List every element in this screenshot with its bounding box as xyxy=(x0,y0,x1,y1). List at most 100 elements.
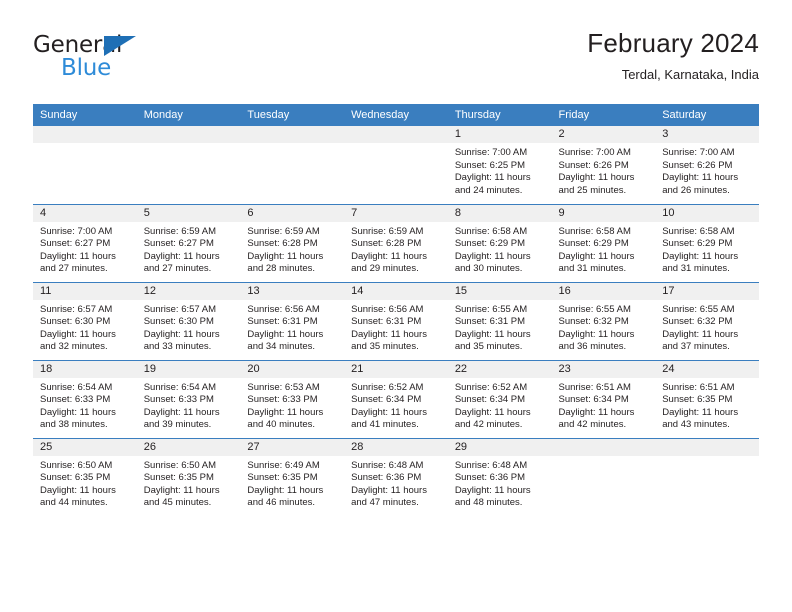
day-detail-line: Sunrise: 6:51 AM xyxy=(662,381,735,393)
day-number: 13 xyxy=(240,282,345,300)
day-detail-line: Sunset: 6:31 PM xyxy=(351,316,422,328)
calendar-day-cell[interactable]: 1 Sunrise: 7:00 AM Sunset: 6:25 PM Daylight… xyxy=(447,126,552,204)
calendar-day-cell[interactable]: 29 Sunrise: 6:48 AM Sunset: 6:36 PM Dayligh… xyxy=(447,437,552,516)
calendar-day-cell[interactable] xyxy=(551,437,656,516)
weekday-header-sunday: Sunday xyxy=(33,104,137,126)
day-sun-details xyxy=(655,456,759,460)
weekday-header-saturday: Saturday xyxy=(655,104,759,126)
calendar-day-cell[interactable]: 4 Sunrise: 7:00 AM Sunset: 6:27 PM Daylight… xyxy=(33,203,137,282)
calendar-day-cell[interactable]: 13 Sunrise: 6:56 AM Sunset: 6:31 PM Dayligh… xyxy=(240,281,345,360)
day-number: 17 xyxy=(655,282,759,300)
day-detail-line: and 26 minutes. xyxy=(662,184,730,196)
calendar-day-cell[interactable] xyxy=(240,126,345,204)
day-detail-line: Sunset: 6:36 PM xyxy=(454,472,526,484)
calendar-day-cell[interactable]: 28 Sunrise: 6:48 AM Sunset: 6:36 PM Dayligh… xyxy=(344,437,448,516)
day-cell-content xyxy=(240,126,345,204)
day-detail-line: and 42 minutes. xyxy=(454,419,523,431)
day-detail-line: Sunset: 6:29 PM xyxy=(662,238,733,250)
day-sun-details: Sunrise: 6:56 AM Sunset: 6:31 PM Daylight:… xyxy=(344,300,448,354)
day-detail-line: Sunset: 6:35 PM xyxy=(143,472,214,484)
calendar-day-cell[interactable]: 16 Sunrise: 6:55 AM Sunset: 6:32 PM Dayligh… xyxy=(551,281,656,360)
calendar-day-cell[interactable]: 14 Sunrise: 6:56 AM Sunset: 6:31 PM Dayligh… xyxy=(344,281,448,360)
calendar-day-cell[interactable]: 22 Sunrise: 6:52 AM Sunset: 6:34 PM Dayligh… xyxy=(447,359,552,438)
day-detail-line: and 35 minutes. xyxy=(454,341,523,353)
day-cell-content: 22 Sunrise: 6:52 AM Sunset: 6:34 PM Dayligh… xyxy=(447,360,552,438)
calendar-day-cell[interactable]: 9 Sunrise: 6:58 AM Sunset: 6:29 PM Daylight… xyxy=(551,203,656,282)
calendar-day-cell[interactable]: 7 Sunrise: 6:59 AM Sunset: 6:28 PM Daylight… xyxy=(344,203,448,282)
general-blue-logo[interactable]: General Blue xyxy=(33,34,233,90)
calendar-day-cell[interactable]: 21 Sunrise: 6:52 AM Sunset: 6:34 PM Dayligh… xyxy=(344,359,448,438)
calendar-day-cell[interactable]: 24 Sunrise: 6:51 AM Sunset: 6:35 PM Dayligh… xyxy=(655,359,759,438)
calendar-day-cell[interactable] xyxy=(136,126,241,204)
calendar-day-cell[interactable] xyxy=(344,126,448,204)
day-number: 29 xyxy=(447,438,552,456)
day-detail-line: Sunrise: 6:58 AM xyxy=(454,225,528,237)
day-sun-details: Sunrise: 6:51 AM Sunset: 6:34 PM Daylight:… xyxy=(552,378,656,432)
day-sun-details xyxy=(552,456,656,460)
calendar-header-row: Sunday Monday Tuesday Wednesday Thursday Frid… xyxy=(33,104,759,126)
day-number: 27 xyxy=(240,438,345,456)
calendar-day-cell[interactable]: 27 Sunrise: 6:49 AM Sunset: 6:35 PM Dayligh… xyxy=(240,437,345,516)
page-subtitle-location: Terdal, Karnataka, India xyxy=(621,67,759,82)
day-detail-line: Sunrise: 7:00 AM xyxy=(40,225,113,237)
day-detail-line: and 38 minutes. xyxy=(40,419,108,431)
calendar-day-cell[interactable] xyxy=(33,126,137,204)
day-cell-content xyxy=(344,126,448,204)
day-number: 19 xyxy=(136,360,241,378)
day-cell-content: 18 Sunrise: 6:54 AM Sunset: 6:33 PM Dayligh… xyxy=(33,360,137,438)
calendar-day-cell[interactable]: 2 Sunrise: 7:00 AM Sunset: 6:26 PM Daylight… xyxy=(551,126,656,204)
day-detail-line: Sunset: 6:28 PM xyxy=(247,238,318,250)
calendar-day-cell[interactable]: 5 Sunrise: 6:59 AM Sunset: 6:27 PM Daylight… xyxy=(136,203,241,282)
day-sun-details: Sunrise: 6:58 AM Sunset: 6:29 PM Daylight:… xyxy=(552,222,656,276)
day-cell-content xyxy=(655,438,759,517)
calendar-day-cell[interactable]: 15 Sunrise: 6:55 AM Sunset: 6:31 PM Dayligh… xyxy=(447,281,552,360)
day-cell-content: 20 Sunrise: 6:53 AM Sunset: 6:33 PM Dayligh… xyxy=(240,360,345,438)
day-cell-content: 11 Sunrise: 6:57 AM Sunset: 6:30 PM Dayligh… xyxy=(33,282,137,360)
day-sun-details: Sunrise: 6:55 AM Sunset: 6:32 PM Daylight:… xyxy=(655,300,759,354)
calendar-day-cell[interactable]: 20 Sunrise: 6:53 AM Sunset: 6:33 PM Dayligh… xyxy=(240,359,345,438)
day-number: 9 xyxy=(551,204,656,222)
day-detail-line: and 25 minutes. xyxy=(558,184,627,196)
day-detail-line: Sunrise: 7:00 AM xyxy=(454,147,528,158)
day-number: 8 xyxy=(447,204,552,222)
day-cell-content: 9 Sunrise: 6:58 AM Sunset: 6:29 PM Daylight… xyxy=(551,204,656,282)
day-detail-line: Sunset: 6:31 PM xyxy=(247,316,318,328)
day-number: 28 xyxy=(344,438,448,456)
day-detail-line: Daylight: 11 hours xyxy=(143,328,220,340)
day-detail-line: Daylight: 11 hours xyxy=(558,406,635,418)
day-sun-details: Sunrise: 6:58 AM Sunset: 6:29 PM Daylight:… xyxy=(655,222,759,276)
day-sun-details xyxy=(137,143,241,147)
calendar-day-cell[interactable]: 26 Sunrise: 6:50 AM Sunset: 6:35 PM Dayligh… xyxy=(136,437,241,516)
day-detail-line: and 31 minutes. xyxy=(558,263,627,275)
calendar-day-cell[interactable]: 6 Sunrise: 6:59 AM Sunset: 6:28 PM Daylight… xyxy=(240,203,345,282)
day-detail-line: Sunset: 6:34 PM xyxy=(558,394,629,406)
day-detail-line: Sunset: 6:34 PM xyxy=(351,394,422,406)
calendar-day-cell[interactable]: 18 Sunrise: 6:54 AM Sunset: 6:33 PM Dayligh… xyxy=(33,359,137,438)
day-detail-line: Sunrise: 6:48 AM xyxy=(454,459,528,471)
calendar-day-cell[interactable]: 3 Sunrise: 7:00 AM Sunset: 6:26 PM Daylight… xyxy=(655,126,759,204)
calendar-day-cell[interactable] xyxy=(655,437,759,517)
day-cell-content: 25 Sunrise: 6:50 AM Sunset: 6:35 PM Dayligh… xyxy=(33,438,137,517)
calendar-day-cell[interactable]: 25 Sunrise: 6:50 AM Sunset: 6:35 PM Dayligh… xyxy=(33,437,137,517)
day-detail-line: Daylight: 11 hours xyxy=(247,250,324,262)
day-sun-details xyxy=(33,143,137,147)
calendar-day-cell[interactable]: 8 Sunrise: 6:58 AM Sunset: 6:29 PM Daylight… xyxy=(447,203,552,282)
calendar-day-cell[interactable]: 19 Sunrise: 6:54 AM Sunset: 6:33 PM Dayligh… xyxy=(136,359,241,438)
calendar-day-cell[interactable]: 12 Sunrise: 6:57 AM Sunset: 6:30 PM Dayligh… xyxy=(136,281,241,360)
day-sun-details: Sunrise: 6:51 AM Sunset: 6:35 PM Daylight:… xyxy=(655,378,759,432)
calendar-day-cell[interactable]: 11 Sunrise: 6:57 AM Sunset: 6:30 PM Dayligh… xyxy=(33,281,137,360)
day-detail-line: and 28 minutes. xyxy=(247,263,316,275)
day-number: 2 xyxy=(551,126,656,143)
calendar-day-cell[interactable]: 10 Sunrise: 6:58 AM Sunset: 6:29 PM Dayligh… xyxy=(655,203,759,282)
day-cell-content: 13 Sunrise: 6:56 AM Sunset: 6:31 PM Dayligh… xyxy=(240,282,345,360)
day-detail-line: Daylight: 11 hours xyxy=(454,172,531,184)
day-detail-line: Daylight: 11 hours xyxy=(662,250,739,262)
day-cell-content: 7 Sunrise: 6:59 AM Sunset: 6:28 PM Daylight… xyxy=(344,204,448,282)
day-number: 1 xyxy=(447,126,552,143)
day-cell-content: 21 Sunrise: 6:52 AM Sunset: 6:34 PM Dayligh… xyxy=(344,360,448,438)
calendar-day-cell[interactable]: 23 Sunrise: 6:51 AM Sunset: 6:34 PM Dayligh… xyxy=(551,359,656,438)
day-detail-line: and 48 minutes. xyxy=(454,497,523,509)
day-number xyxy=(33,126,137,143)
calendar-day-cell[interactable]: 17 Sunrise: 6:55 AM Sunset: 6:32 PM Dayligh… xyxy=(655,281,759,360)
day-detail-line: Daylight: 11 hours xyxy=(351,484,427,496)
